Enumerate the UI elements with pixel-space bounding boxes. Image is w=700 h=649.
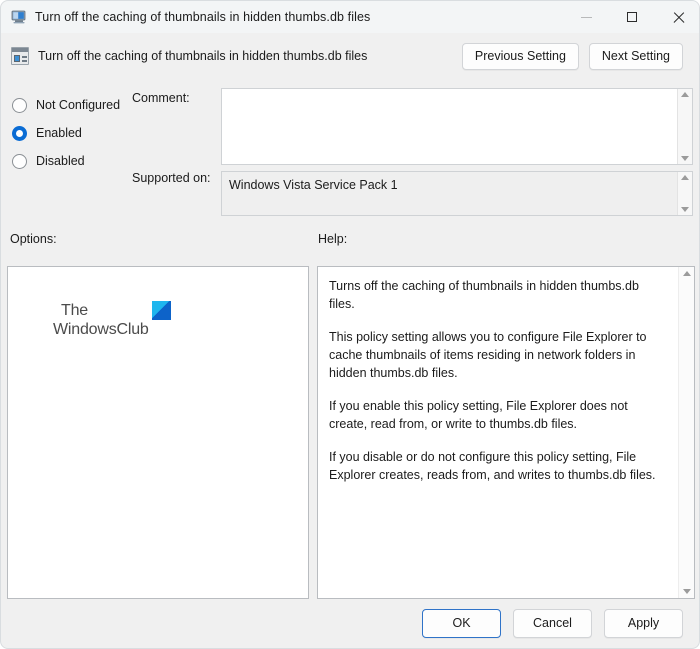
apply-button[interactable]: Apply [604,608,683,638]
help-label: Help: [318,232,348,246]
scroll-up-icon[interactable] [681,92,689,97]
radio-disabled[interactable]: Disabled [12,147,142,175]
comment-field[interactable] [221,88,693,165]
minimize-button[interactable] [563,1,609,33]
policy-setting-dialog: Turn off the caching of thumbnails in hi… [0,0,700,649]
scroll-down-icon[interactable] [682,589,691,594]
close-button[interactable] [655,1,699,33]
window-title: Turn off the caching of thumbnails in hi… [35,10,371,24]
comment-scrollbar[interactable] [677,89,692,164]
maximize-button[interactable] [609,1,655,33]
setting-navigation: Previous Setting Next Setting [461,42,683,70]
radio-not-configured[interactable]: Not Configured [12,91,142,119]
policy-name-label: Turn off the caching of thumbnails in hi… [38,49,368,63]
scroll-down-icon[interactable] [681,207,689,212]
comment-label: Comment: [132,91,190,105]
window-icon [11,9,27,25]
help-scrollbar[interactable] [678,267,694,598]
dialog-footer: OK Cancel Apply [1,598,699,648]
radio-label: Not Configured [36,98,121,112]
window-controls [563,1,699,33]
policy-setting-icon [11,47,29,65]
radio-icon [12,97,27,113]
minimize-icon [580,16,592,18]
policy-header: Turn off the caching of thumbnails in hi… [1,39,699,73]
supported-on-label: Supported on: [132,171,211,185]
scroll-down-icon[interactable] [681,156,689,161]
radio-selected-icon [12,125,27,141]
ok-button[interactable]: OK [422,608,501,638]
help-paragraph: This policy setting allows you to config… [329,330,647,380]
next-setting-button[interactable]: Next Setting [588,42,683,70]
help-panel: Turns off the caching of thumbnails in h… [317,266,695,599]
comment-input[interactable] [222,89,677,164]
supported-on-field: Windows Vista Service Pack 1 [221,171,693,216]
radio-label: Disabled [36,154,85,168]
help-paragraph: Turns off the caching of thumbnails in h… [329,279,639,311]
scroll-up-icon[interactable] [681,175,689,180]
supported-on-value: Windows Vista Service Pack 1 [229,178,398,192]
previous-setting-button[interactable]: Previous Setting [461,42,579,70]
help-paragraph: If you enable this policy setting, File … [329,399,628,431]
options-label: Options: [10,232,57,246]
help-paragraph: If you disable or do not configure this … [329,450,656,482]
scroll-up-icon[interactable] [682,271,691,276]
policy-state-radio-group: Not Configured Enabled Disabled [12,91,142,175]
maximize-icon [627,12,637,22]
supported-on-scrollbar[interactable] [677,172,692,215]
radio-icon [12,153,27,169]
close-icon [672,11,685,24]
radio-enabled[interactable]: Enabled [12,119,142,147]
title-bar: Turn off the caching of thumbnails in hi… [1,1,699,33]
help-text: Turns off the caching of thumbnails in h… [318,267,678,598]
cancel-button[interactable]: Cancel [513,608,592,638]
options-panel [7,266,309,599]
radio-label: Enabled [36,126,82,140]
